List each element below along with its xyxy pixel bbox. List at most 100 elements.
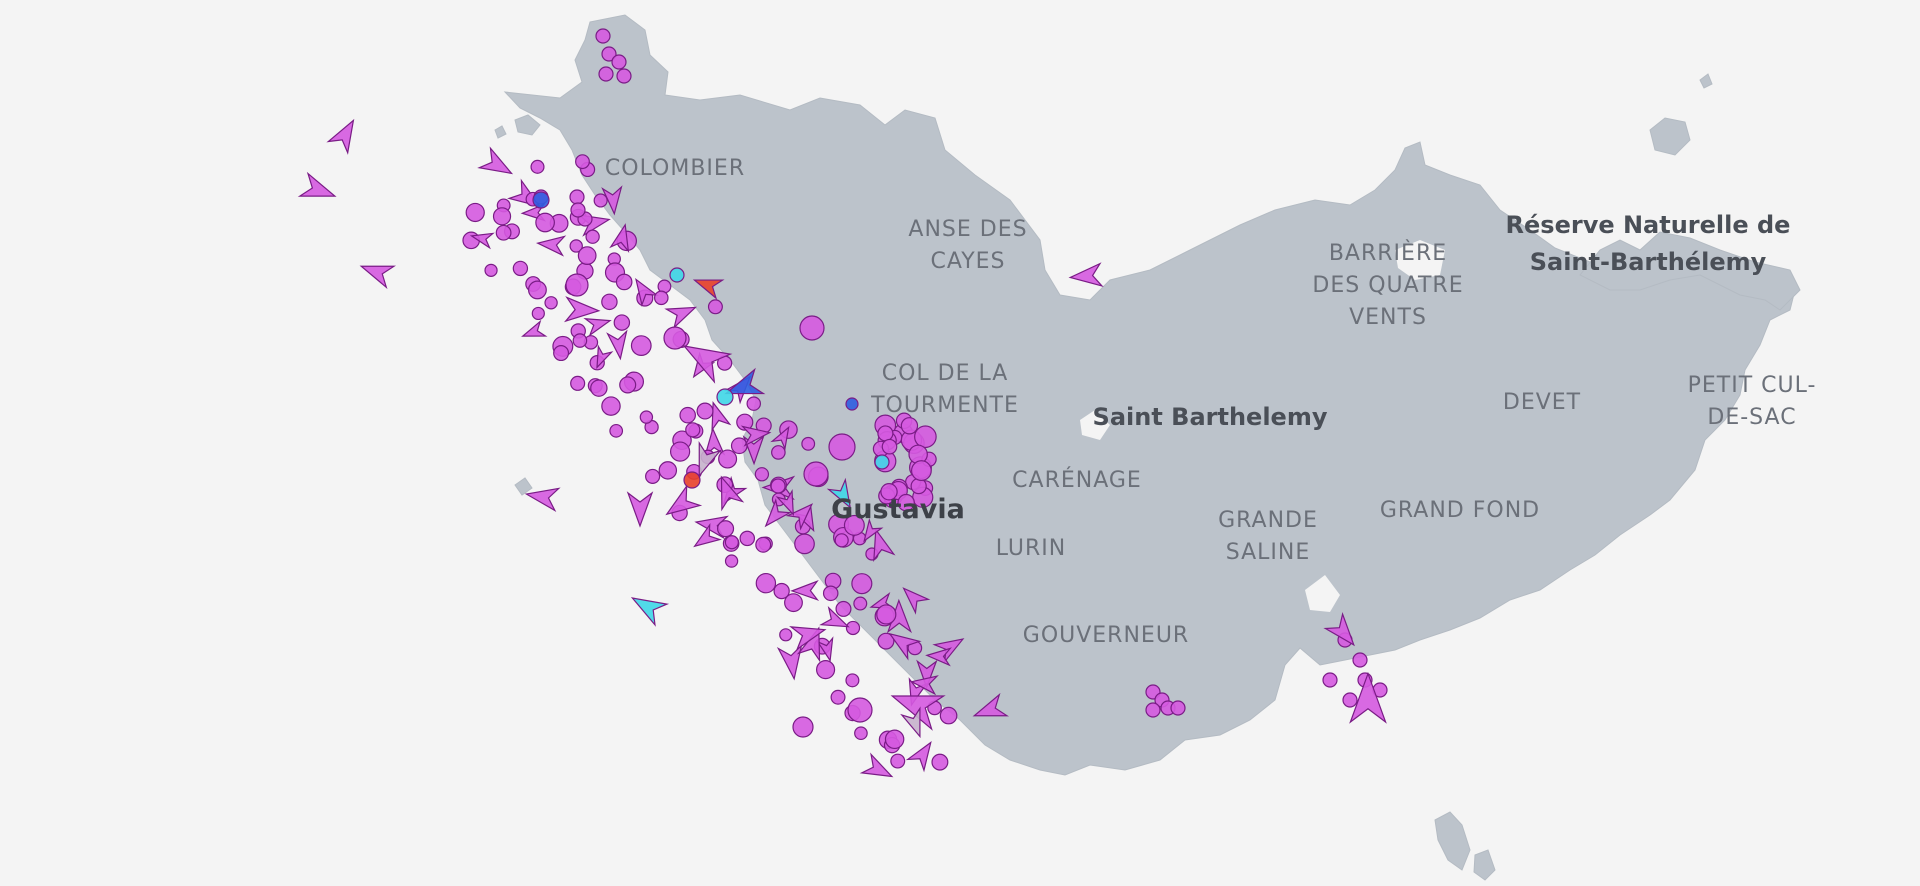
vessel-marker[interactable]	[532, 191, 550, 209]
vessel-marker[interactable]	[877, 425, 894, 442]
vessel-marker[interactable]	[835, 600, 852, 617]
vessel-marker[interactable]	[755, 536, 772, 553]
vessel-marker[interactable]	[931, 753, 949, 771]
vessel-marker[interactable]	[834, 533, 849, 548]
label-saint-barthelemy: Saint Barthelemy	[1093, 403, 1328, 431]
vessel-marker[interactable]	[577, 246, 597, 265]
vessel-marker[interactable]	[884, 729, 905, 750]
vessel-marker[interactable]	[544, 296, 558, 310]
vessel-marker[interactable]	[679, 406, 696, 424]
vessel-marker[interactable]	[462, 231, 481, 250]
vessel-marker[interactable]	[654, 290, 669, 306]
vessel-marker[interactable]	[724, 554, 739, 568]
vessel-marker[interactable]	[815, 660, 836, 680]
vessel-marker[interactable]	[601, 396, 621, 416]
vessel-marker[interactable]	[569, 189, 585, 205]
vessel-marker[interactable]	[724, 535, 739, 550]
vessel-marker[interactable]	[683, 471, 701, 489]
vessel-marker[interactable]	[707, 299, 723, 315]
vessel-marker[interactable]	[495, 224, 512, 241]
vessel-marker[interactable]	[853, 596, 868, 611]
vessel-marker[interactable]	[696, 402, 714, 420]
vessel-marker[interactable]	[512, 260, 529, 277]
vessel-marker[interactable]	[845, 620, 861, 636]
vessel-marker[interactable]	[669, 441, 691, 462]
vessel-marker[interactable]	[619, 376, 637, 394]
vessel-marker[interactable]	[1145, 702, 1161, 718]
vessel-marker[interactable]	[939, 706, 958, 725]
vessel-marker[interactable]	[593, 193, 608, 208]
vessel-marker[interactable]	[484, 263, 498, 277]
vessel-marker[interactable]	[746, 396, 762, 411]
vessel-marker[interactable]	[717, 520, 735, 538]
vessel-marker[interactable]	[845, 397, 859, 411]
vessel-marker[interactable]	[830, 689, 846, 705]
vessel-marker[interactable]	[881, 438, 898, 455]
vessel-marker[interactable]	[792, 716, 814, 738]
vessel-marker[interactable]	[1352, 652, 1368, 668]
label-reserve-line2: Saint-Barthélemy	[1530, 248, 1767, 276]
vessel-marker[interactable]	[716, 388, 734, 406]
vessel-marker[interactable]	[801, 436, 816, 451]
map-canvas[interactable]: COLOMBIER ANSE DES CAYES BARRIÈRE DES QU…	[0, 0, 1920, 886]
vessel-marker[interactable]	[570, 202, 586, 218]
vessel-marker[interactable]	[611, 54, 627, 70]
vessel-marker[interactable]	[779, 628, 793, 642]
vessel-marker[interactable]	[890, 753, 906, 769]
vessel-marker[interactable]	[755, 572, 777, 594]
vessel-marker[interactable]	[492, 207, 512, 226]
vessel-marker[interactable]	[601, 293, 618, 311]
vessel-marker[interactable]	[771, 445, 786, 460]
vessel-marker[interactable]	[874, 454, 890, 470]
vessel-marker[interactable]	[575, 154, 590, 170]
vessel-marker[interactable]	[565, 273, 589, 297]
vessel-marker[interactable]	[828, 433, 856, 461]
vessel-marker[interactable]	[803, 461, 829, 487]
vessel-marker[interactable]	[553, 345, 570, 362]
vessel-marker[interactable]	[645, 468, 661, 485]
vessel-marker[interactable]	[609, 423, 624, 438]
vessel-marker[interactable]	[845, 673, 860, 688]
vessel-marker[interactable]	[799, 315, 825, 341]
vessel-marker[interactable]	[900, 417, 919, 435]
vessel-marker[interactable]	[1342, 692, 1358, 708]
vessel-marker[interactable]	[794, 533, 815, 555]
vessel-marker[interactable]	[914, 425, 937, 449]
vessel-marker[interactable]	[685, 422, 701, 438]
vessel-marker[interactable]	[770, 478, 786, 494]
vessel-marker[interactable]	[570, 375, 586, 391]
vessel-marker[interactable]	[739, 530, 756, 547]
vessel-marker[interactable]	[639, 410, 654, 424]
vessel-marker[interactable]	[535, 212, 555, 233]
label-barriere-line2: DES QUATRE	[1312, 273, 1463, 298]
vessel-map[interactable]: COLOMBIER ANSE DES CAYES BARRIÈRE DES QU…	[0, 0, 1920, 886]
vessel-marker[interactable]	[527, 280, 547, 300]
vessel-marker[interactable]	[595, 28, 611, 44]
vessel-marker[interactable]	[572, 333, 588, 348]
vessel-marker[interactable]	[616, 68, 632, 84]
vessel-marker[interactable]	[754, 467, 770, 482]
vessel-marker[interactable]	[669, 267, 685, 283]
vessel-marker[interactable]	[615, 273, 633, 291]
vessel-marker[interactable]	[854, 726, 868, 741]
vessel-marker[interactable]	[718, 449, 738, 469]
vessel-marker[interactable]	[465, 202, 485, 223]
vessel-marker[interactable]	[585, 229, 600, 244]
vessel-marker[interactable]	[822, 585, 839, 602]
vessel-marker[interactable]	[773, 582, 790, 600]
vessel-marker[interactable]	[847, 697, 873, 723]
vessel-marker[interactable]	[1170, 700, 1186, 716]
vessel-marker[interactable]	[910, 460, 932, 482]
vessel-marker[interactable]	[598, 66, 614, 82]
vessel-marker[interactable]	[663, 326, 687, 350]
vessel-marker[interactable]	[531, 306, 545, 321]
vessel-marker[interactable]	[1322, 672, 1338, 688]
vessel-marker[interactable]	[910, 477, 927, 495]
vessel-marker[interactable]	[876, 604, 897, 625]
vessel-marker[interactable]	[630, 335, 652, 357]
vessel-marker[interactable]	[590, 379, 608, 397]
vessel-marker[interactable]	[613, 314, 631, 331]
vessel-marker[interactable]	[658, 461, 678, 480]
vessel-marker[interactable]	[530, 159, 545, 174]
vessel-marker[interactable]	[851, 573, 873, 595]
